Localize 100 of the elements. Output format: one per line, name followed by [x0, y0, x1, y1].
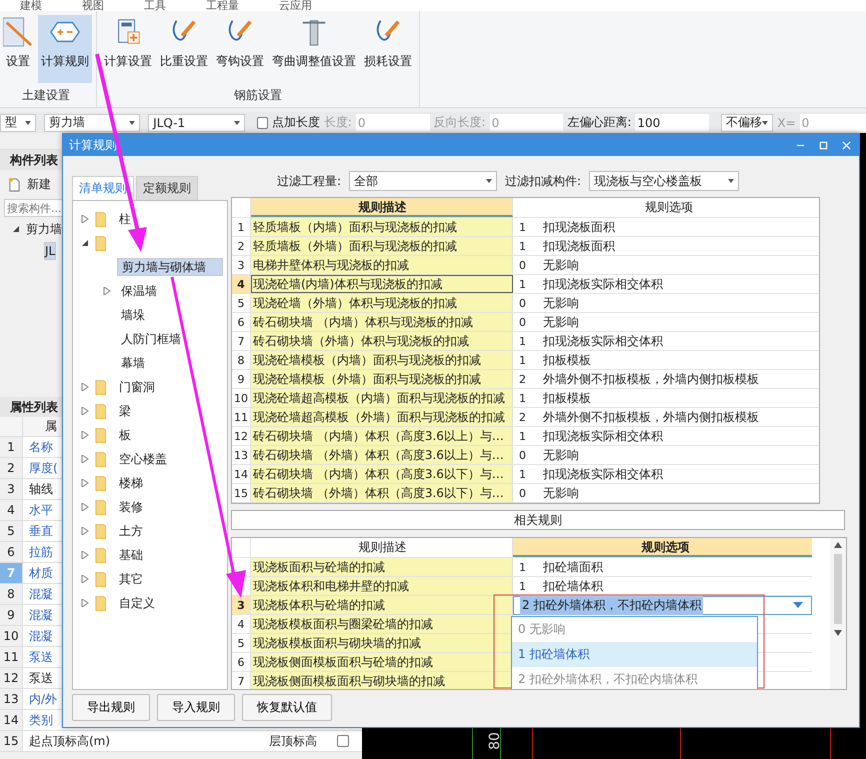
tree-item[interactable]: 人防门框墙 — [117, 328, 185, 350]
dropdown-option[interactable]: 0 无影响 — [512, 616, 757, 642]
table-cell[interactable]: 1 扣板模板 — [513, 388, 819, 407]
row-number: 6 — [0, 542, 23, 562]
menu-item[interactable]: 工程量 — [206, 0, 239, 11]
ribbon-button[interactable]: 比重设置 — [157, 15, 211, 83]
ribbon-button[interactable]: 计算设置 — [101, 15, 155, 83]
table-cell[interactable]: 现浇板体积和电梯井壁的扣减 — [251, 576, 513, 595]
table-cell[interactable]: 砖石砌块墙 （内墙）体积（高度3.6以上）与… — [251, 426, 513, 445]
table-cell[interactable]: 0 无影响 — [513, 312, 819, 331]
table-cell[interactable]: 1 扣现浇板面积 — [513, 218, 819, 236]
table-cell[interactable]: 现浇板模板面积与砌块墙的扣减 — [251, 634, 513, 652]
table-cell[interactable]: 0 无影响 — [513, 484, 819, 502]
property-name: 轴线 — [29, 480, 53, 498]
tree-item[interactable]: 剪力墙与砌体墙 — [117, 258, 223, 276]
tree-item[interactable]: 板 — [115, 424, 135, 446]
table-cell[interactable]: 0 无影响 — [513, 294, 819, 312]
table-cell[interactable]: 轻质墙板（外墙）面积与现浇板的扣减 — [251, 236, 513, 255]
tree-item[interactable]: 幕墙 — [117, 352, 149, 374]
dialog-button[interactable]: 恢复默认值 — [242, 694, 332, 721]
table-cell[interactable]: 0 无影响 — [513, 446, 819, 464]
tree-item[interactable]: 门窗洞 — [115, 376, 159, 398]
menu-item[interactable]: 视图 — [82, 0, 104, 11]
table-cell[interactable]: 砖石砌块墙（外墙）体积与现浇板的扣减 — [251, 332, 513, 350]
scroll-up-icon[interactable] — [834, 542, 842, 548]
table-cell[interactable]: 1 扣现浇板实际相交体积 — [513, 464, 819, 483]
scrollbar-thumb[interactable] — [834, 554, 842, 624]
ribbon-button[interactable]: 设置 — [0, 15, 36, 83]
tree-item[interactable]: 剪力墙 — [26, 220, 62, 238]
dialog-button[interactable]: 导出规则 — [72, 694, 150, 721]
expand-arrow-icon[interactable] — [12, 225, 20, 233]
table-cell[interactable]: 电梯井壁体积与现浇板的扣减 — [251, 256, 513, 274]
tree-item[interactable]: 自定义 — [115, 592, 159, 614]
table-cell[interactable]: 现浇板体积与砼墙的扣减 — [251, 596, 513, 614]
ribbon-button[interactable]: 计算规则 — [38, 15, 92, 83]
tree-item[interactable]: 土方 — [115, 520, 147, 542]
table-cell[interactable]: 现浇板侧面模板面积与砌块墙的扣减 — [251, 672, 513, 689]
menu-item[interactable]: 建模 — [20, 0, 42, 11]
table-cell[interactable]: 砖石砌块墙 （外墙）体积（高度3.6以下）与… — [251, 484, 513, 502]
dialog-button[interactable]: 导入规则 — [157, 694, 235, 721]
column-header[interactable]: 规则选项 — [513, 538, 812, 557]
scroll-down-icon[interactable] — [834, 630, 842, 636]
table-cell[interactable]: 1 扣现浇板实际相交体积 — [513, 274, 819, 293]
component-type-dropdown[interactable]: 剪力墙 — [44, 114, 140, 132]
row-number: 2 — [0, 458, 23, 478]
tree-item[interactable]: 柱 — [115, 208, 135, 230]
new-button[interactable]: 新建 — [27, 176, 51, 193]
table-cell[interactable]: 现浇砼墙超高模板（内墙）面积与现浇板的扣减 — [251, 388, 513, 407]
tree-item[interactable]: JL — [44, 242, 56, 260]
table-cell[interactable]: 2 外墙外侧不扣板模板，外墙内侧扣板模板 — [513, 370, 819, 388]
tree-item[interactable]: 楼梯 — [115, 472, 147, 494]
table-cell[interactable]: 现浇板侧面模板面积与砼墙的扣减 — [251, 652, 513, 671]
table-cell[interactable]: 现浇砼墙模板（内墙）面积与现浇板的扣减 — [251, 350, 513, 369]
tab[interactable]: 清单规则 — [72, 176, 134, 200]
component-dropdown[interactable]: JLQ-1 — [148, 114, 245, 132]
dropdown-option[interactable]: 2 扣砼外墙体积，不扣砼内墙体积 — [512, 666, 757, 689]
expand-arrow-icon[interactable] — [81, 239, 89, 247]
table-cell[interactable]: 砖石砌块墙 （内墙）体积与现浇板的扣减 — [251, 312, 513, 331]
table-cell[interactable]: 轻质墙板（内墙）面积与现浇板的扣减 — [251, 218, 513, 236]
ribbon-button[interactable]: 弯钩设置 — [213, 15, 267, 83]
table-cell[interactable]: 现浇板模板面积与圈梁砼墙的扣减 — [251, 614, 513, 633]
ribbon-button[interactable]: 弯曲调整值设置 — [269, 15, 359, 83]
table-cell[interactable]: 砖石砌块墙 （内墙）体积（高度3.6以下）与… — [251, 464, 513, 483]
tab[interactable]: 定额规则 — [136, 176, 198, 200]
input-field[interactable]: 100 — [635, 114, 710, 131]
tree-item[interactable]: 空心楼盖 — [115, 448, 171, 470]
table-cell[interactable]: 现浇砼墙超高模板（外墙）面积与现浇板的扣减 — [251, 408, 513, 426]
table-cell[interactable]: 现浇砼墙(内墙)体积与现浇板的扣减 — [251, 274, 513, 293]
table-cell[interactable]: 砖石砌块墙 （外墙）体积（高度3.6以上）与… — [251, 446, 513, 464]
table-cell[interactable]: 2 外墙外侧不扣板模板，外墙内侧扣板模板 — [513, 408, 819, 426]
menu-item[interactable]: 云应用 — [279, 0, 312, 11]
menu-item[interactable]: 工具 — [144, 0, 166, 11]
type-dropdown[interactable]: 型 — [0, 114, 36, 132]
table-cell[interactable]: 0 无影响 — [513, 256, 819, 274]
table-cell[interactable]: 1 扣板模板 — [513, 350, 819, 369]
option-dropdown[interactable]: 2 扣砼外墙体积，不扣砼内墙体积 — [513, 596, 812, 615]
table-cell[interactable]: 1 扣砼墙体积 — [513, 576, 812, 595]
tree-item[interactable]: 装修 — [115, 496, 147, 518]
column-header[interactable]: 规则描述 — [251, 198, 513, 217]
maximize-icon[interactable] — [819, 140, 828, 150]
tree-item[interactable]: 其它 — [115, 568, 147, 590]
table-cell[interactable]: 现浇砼墙模板（外墙）面积与现浇板的扣减 — [251, 370, 513, 388]
offset-dropdown[interactable]: 不偏移 — [721, 114, 774, 132]
table-cell[interactable]: 1 扣现浇板实际相交体积 — [513, 332, 819, 350]
filter-dropdown[interactable]: 全部 — [349, 171, 498, 192]
table-cell[interactable]: 现浇砼墙（外墙）体积与现浇板的扣减 — [251, 294, 513, 312]
scrollbar[interactable] — [830, 538, 846, 689]
table-cell[interactable]: 现浇板面积与砼墙的扣减 — [251, 558, 513, 576]
checkbox[interactable] — [337, 735, 349, 747]
table-cell[interactable]: 1 扣现浇板实际相交体积 — [513, 426, 819, 445]
table-cell[interactable]: 1 扣砼墙面积 — [513, 558, 812, 576]
dropdown-option[interactable]: 1 扣砼墙体积 — [512, 642, 757, 667]
checkbox[interactable] — [256, 116, 268, 128]
tree-item[interactable]: 基础 — [115, 544, 147, 566]
table-cell[interactable]: 1 扣现浇板面积 — [513, 236, 819, 255]
filter-dropdown[interactable]: 现浇板与空心楼盖板 — [589, 171, 740, 192]
tree-item[interactable]: 墙垛 — [117, 304, 149, 326]
ribbon-button[interactable]: 损耗设置 — [361, 15, 415, 83]
tree-item[interactable]: 保温墙 — [117, 280, 161, 302]
close-icon[interactable] — [842, 140, 851, 150]
